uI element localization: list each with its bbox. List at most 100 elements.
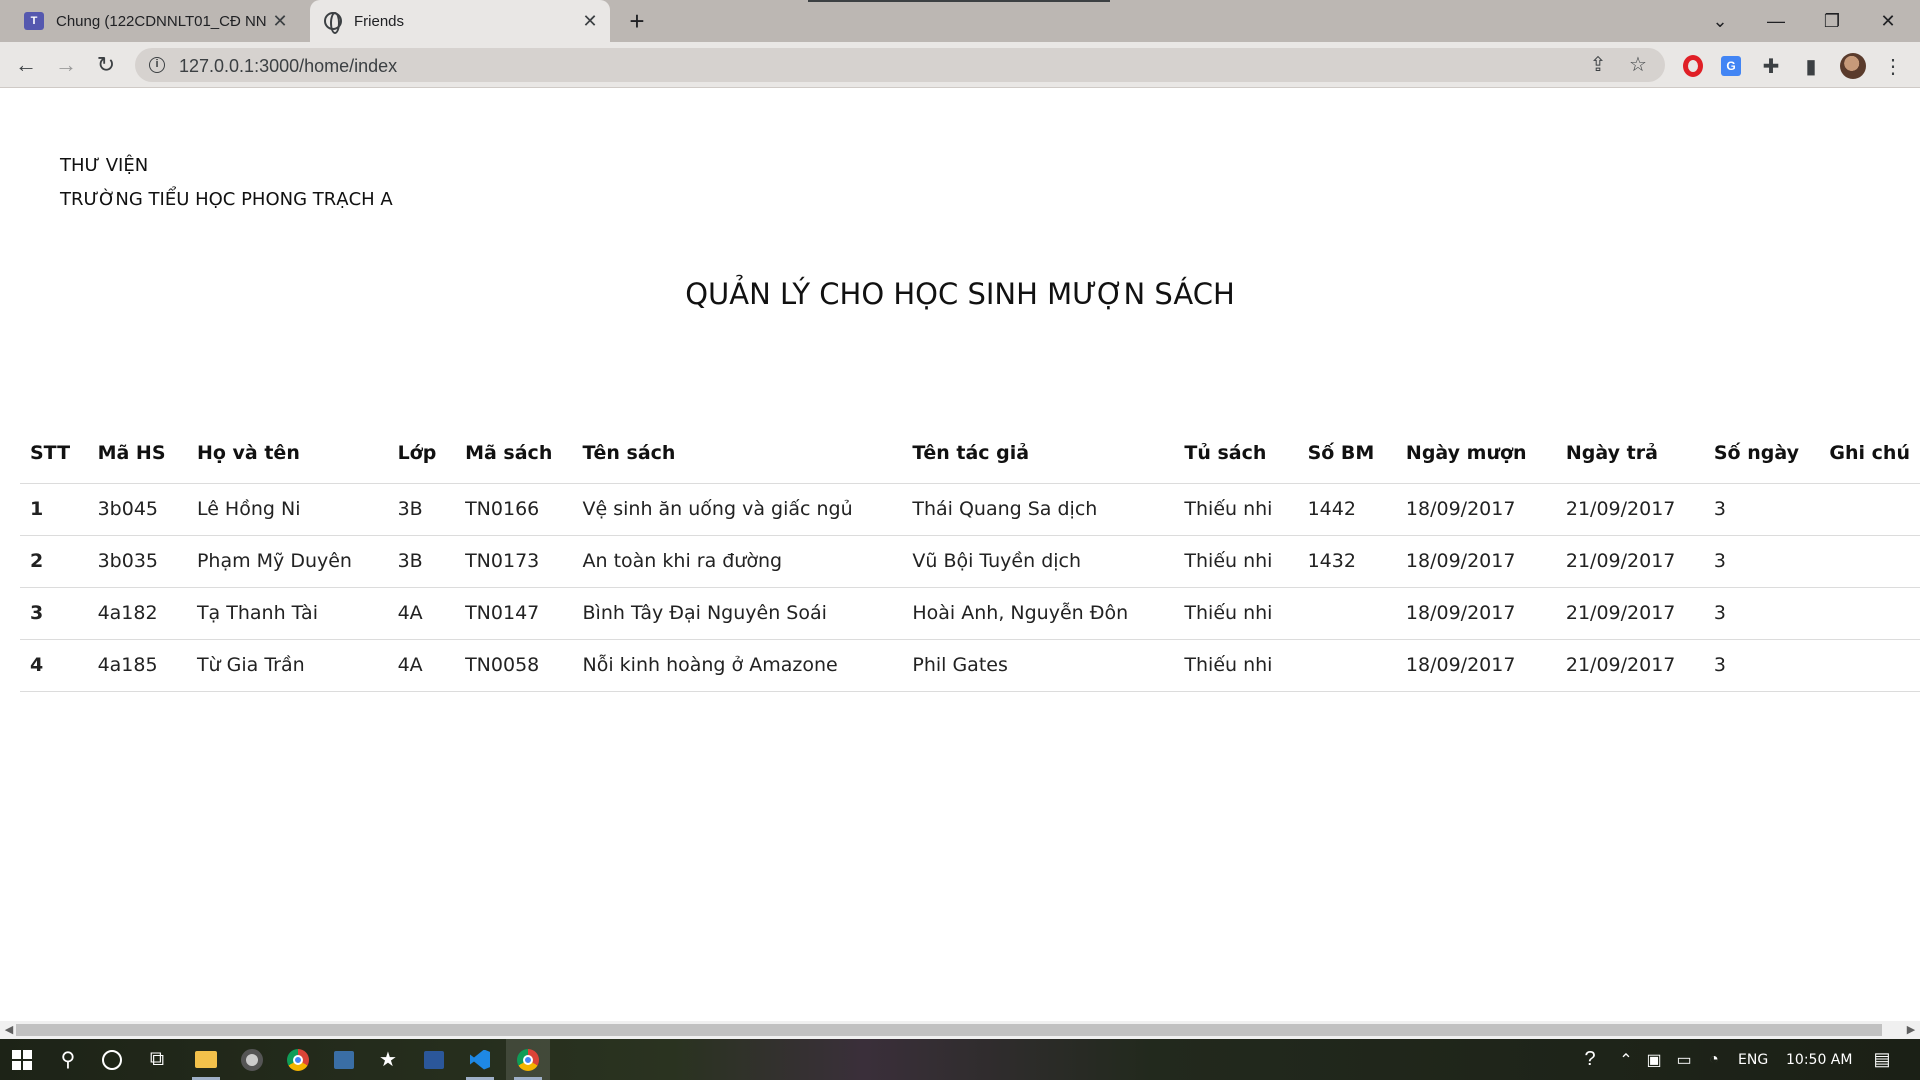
library-brand: THƯ VIỆN TRƯỜNG TIỂU HỌC PHONG TRẠCH A	[60, 149, 393, 217]
teams-icon: T	[24, 12, 44, 30]
cell-class: 4A	[387, 587, 456, 640]
forward-button[interactable]: →	[50, 49, 82, 81]
media-player-icon[interactable]	[230, 1039, 274, 1080]
cell-borrow-date: 18/09/2017	[1395, 639, 1556, 692]
table-row: 3 4a182 Tạ Thanh Tài 4A TN0147 Bình Tây …	[20, 587, 1920, 640]
file-explorer-icon[interactable]	[184, 1039, 228, 1080]
profile-avatar[interactable]	[1840, 53, 1866, 79]
cell-author: Hoài Anh, Nguyễn Đôn	[902, 587, 1175, 640]
cell-return-date: 21/09/2017	[1555, 639, 1704, 692]
close-icon[interactable]: ✕	[580, 11, 600, 31]
cell-borrow-date: 18/09/2017	[1395, 483, 1556, 536]
browser-toolbar: ← → ↻ i 127.0.0.1:3000/home/index ⇪ ☆ G …	[0, 42, 1920, 88]
tab-title: Chung (122CDNNLT01_CĐ NN LT	[56, 12, 271, 30]
app-grid-icon[interactable]	[322, 1039, 366, 1080]
cortana-circle-icon	[102, 1049, 122, 1070]
minimize-button[interactable]: —	[1748, 0, 1804, 42]
cell-borrow-no: 1442	[1297, 483, 1396, 536]
input-language[interactable]: ENG	[1738, 1039, 1768, 1080]
table-row: 2 3b035 Phạm Mỹ Duyên 3B TN0173 An toàn …	[20, 535, 1920, 588]
translate-extension-icon[interactable]: G	[1718, 53, 1744, 79]
close-icon[interactable]: ✕	[270, 11, 290, 31]
cell-student-id: 4a185	[87, 639, 187, 692]
url-text[interactable]: 127.0.0.1:3000/home/index	[179, 56, 397, 77]
cell-book-id: TN0173	[455, 535, 573, 588]
tab-search-chevron-icon[interactable]: ⌄	[1692, 0, 1748, 42]
extensions-puzzle-icon[interactable]: ✚	[1758, 53, 1784, 79]
cell-stt: 4	[20, 639, 88, 692]
window-close-button[interactable]: ✕	[1860, 0, 1916, 42]
scrollbar-thumb[interactable]	[16, 1024, 1882, 1036]
tab-strip-indicator	[808, 0, 1110, 2]
windows-taskbar: ⚲ ⧉ ★ ? ⌃ ▣ ▭ ◔ ENG 10:50 AM ▤	[0, 1039, 1920, 1080]
reload-button[interactable]: ↻	[90, 49, 122, 81]
col-header-return-date: Ngày trả	[1555, 423, 1704, 484]
clock[interactable]: 10:50 AM	[1786, 1039, 1852, 1080]
wifi-icon[interactable]: ◔	[1692, 1039, 1736, 1080]
col-header-author: Tên tác giả	[902, 423, 1175, 484]
share-icon[interactable]: ⇪	[1586, 53, 1610, 77]
cell-class: 4A	[387, 639, 456, 692]
cell-author: Vũ Bội Tuyền dịch	[902, 535, 1175, 588]
calendar-app-icon[interactable]	[412, 1039, 456, 1080]
restore-button[interactable]: ❐	[1804, 0, 1860, 42]
action-center-icon[interactable]: ▤	[1860, 1039, 1904, 1080]
site-info-icon[interactable]: i	[149, 57, 165, 73]
brand-line-2: TRƯỜNG TIỂU HỌC PHONG TRẠCH A	[60, 189, 393, 210]
tab-teams-chung[interactable]: T Chung (122CDNNLT01_CĐ NN LT ✕	[10, 0, 300, 42]
cortana-button[interactable]	[90, 1039, 134, 1080]
page-content: THƯ VIỆN TRƯỜNG TIỂU HỌC PHONG TRẠCH A Q…	[0, 89, 1920, 1021]
cell-shelf: Thiếu nhi	[1174, 483, 1298, 536]
star-app-icon[interactable]: ★	[366, 1039, 410, 1080]
col-header-book-title: Tên sách	[572, 423, 903, 484]
cell-book-id: TN0166	[455, 483, 573, 536]
cell-full-name: Lê Hồng Ni	[186, 483, 388, 536]
cell-days: 3	[1703, 639, 1820, 692]
vscode-icon[interactable]	[458, 1039, 502, 1080]
cell-full-name: Phạm Mỹ Duyên	[186, 535, 388, 588]
opera-extension-icon[interactable]	[1680, 53, 1706, 79]
menu-kebab-icon[interactable]: ⋮	[1880, 53, 1906, 79]
scroll-right-arrow-icon[interactable]: ▶	[1904, 1023, 1918, 1037]
task-view-icon[interactable]: ⧉	[135, 1039, 179, 1080]
cell-days: 3	[1703, 587, 1820, 640]
cell-borrow-no	[1297, 639, 1396, 692]
table-row: 4 4a185 Từ Gia Trần 4A TN0058 Nỗi kinh h…	[20, 639, 1920, 692]
cell-borrow-date: 18/09/2017	[1395, 535, 1556, 588]
bookmark-star-icon[interactable]: ☆	[1626, 53, 1650, 77]
loans-table: STT Mã HS Họ và tên Lớp Mã sách Tên sách…	[20, 423, 1920, 692]
cell-note	[1819, 535, 1920, 588]
cell-book-title: Vệ sinh ăn uống và giấc ngủ	[572, 483, 903, 536]
cell-book-title: Bình Tây Đại Nguyên Soái	[572, 587, 903, 640]
col-header-borrow-no: Số BM	[1297, 423, 1396, 484]
col-header-days: Số ngày	[1703, 423, 1820, 484]
cell-days: 3	[1703, 535, 1820, 588]
back-button[interactable]: ←	[10, 49, 42, 81]
cell-borrow-date: 18/09/2017	[1395, 587, 1556, 640]
tab-title: Friends	[354, 12, 405, 30]
cell-return-date: 21/09/2017	[1555, 587, 1704, 640]
cell-author: Phil Gates	[902, 639, 1175, 692]
cell-borrow-no	[1297, 587, 1396, 640]
chrome-active-icon[interactable]	[506, 1039, 550, 1080]
side-panel-icon[interactable]: ▮	[1798, 53, 1824, 79]
cell-shelf: Thiếu nhi	[1174, 639, 1298, 692]
cell-stt: 2	[20, 535, 88, 588]
scroll-left-arrow-icon[interactable]: ◀	[2, 1023, 16, 1037]
chrome-icon[interactable]	[276, 1039, 320, 1080]
cell-student-id: 3b045	[87, 483, 187, 536]
windows-logo-icon	[12, 1049, 32, 1070]
tab-friends[interactable]: Friends ✕	[310, 0, 610, 42]
cell-book-id: TN0147	[455, 587, 573, 640]
address-bar[interactable]: i 127.0.0.1:3000/home/index ⇪ ☆	[135, 48, 1665, 82]
search-icon[interactable]: ⚲	[46, 1039, 90, 1080]
start-button[interactable]	[0, 1039, 44, 1080]
cell-book-title: An toàn khi ra đường	[572, 535, 903, 588]
new-tab-button[interactable]: +	[622, 6, 652, 36]
col-header-shelf: Tủ sách	[1174, 423, 1298, 484]
cell-shelf: Thiếu nhi	[1174, 587, 1298, 640]
horizontal-scrollbar[interactable]: ◀ ▶	[0, 1021, 1920, 1039]
table-row: 1 3b045 Lê Hồng Ni 3B TN0166 Vệ sinh ăn …	[20, 483, 1920, 536]
cell-book-id: TN0058	[455, 639, 573, 692]
cell-borrow-no: 1432	[1297, 535, 1396, 588]
